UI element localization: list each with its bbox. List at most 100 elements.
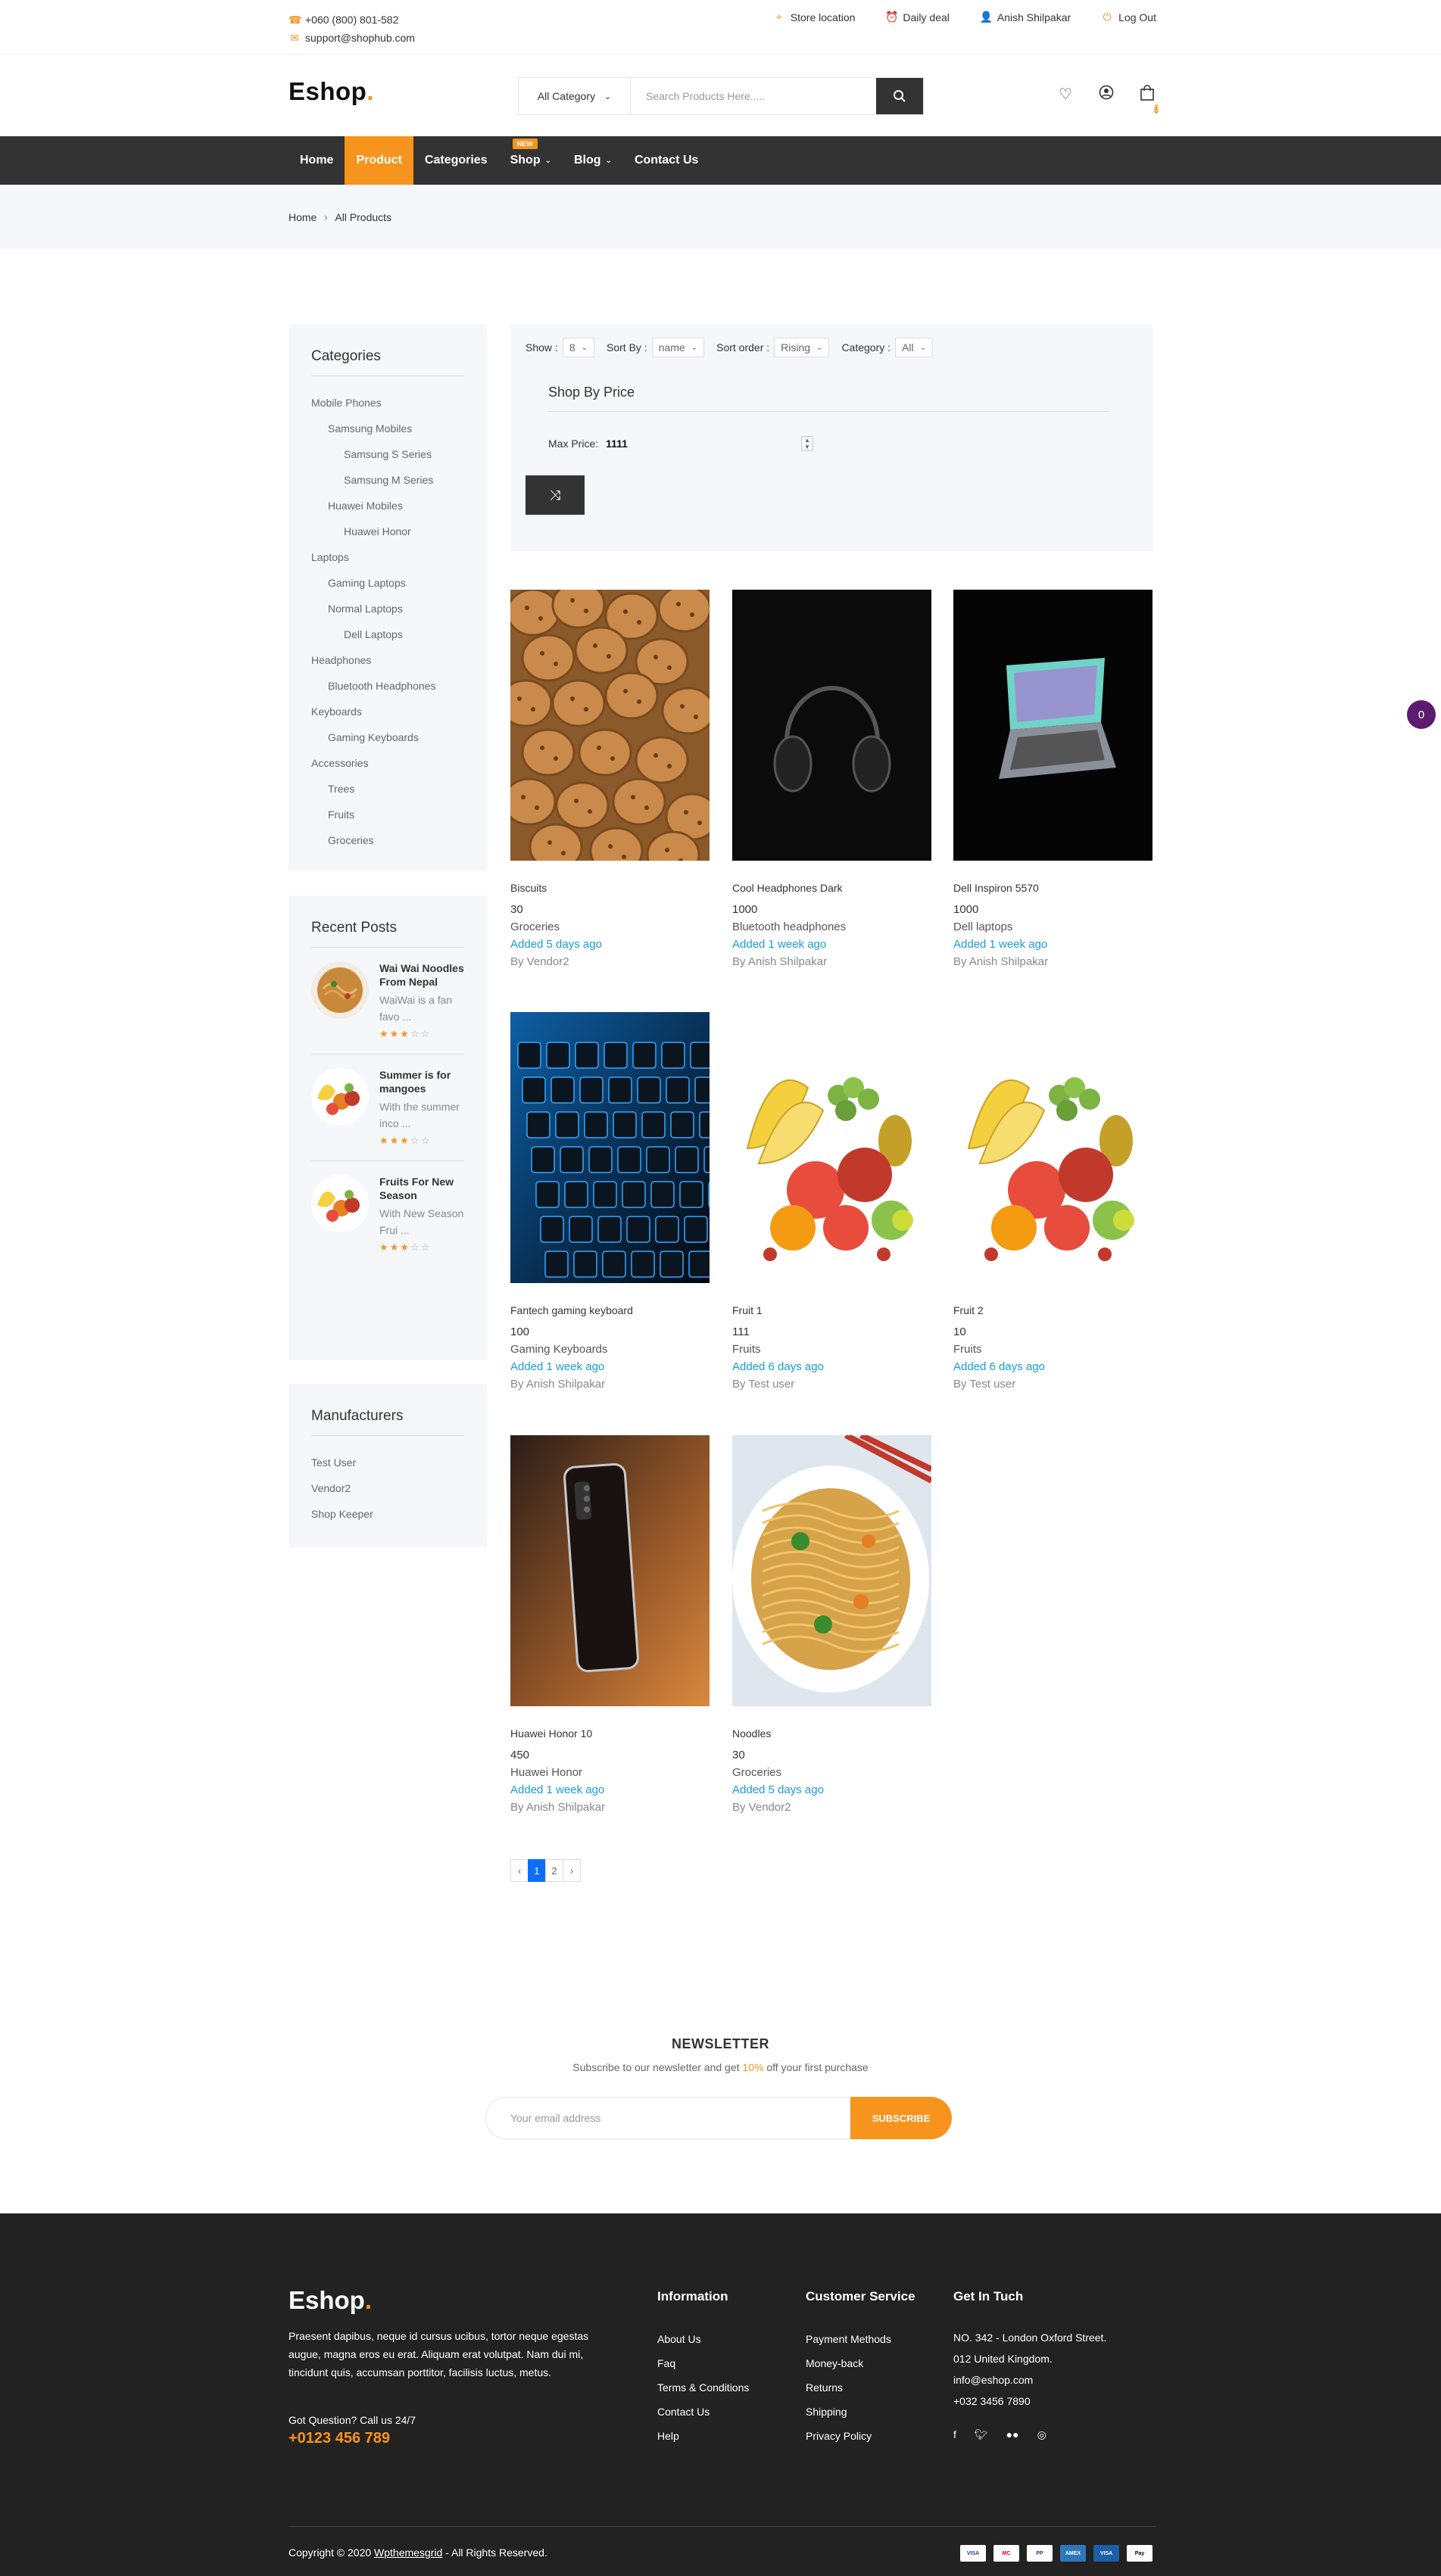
- nav-contact[interactable]: Contact Us: [623, 136, 710, 185]
- fruits-thumb-image: [311, 1068, 369, 1126]
- search-input[interactable]: Search Products Here.....: [631, 78, 876, 114]
- product-card[interactable]: Dell Inspiron 5570 1000 Dell laptops Added …: [953, 590, 1152, 968]
- account-user-icon[interactable]: [1097, 85, 1115, 123]
- instagram-icon[interactable]: ◎: [1037, 2422, 1046, 2447]
- wishlist-heart-icon[interactable]: ♡: [1056, 85, 1075, 123]
- nav-blog[interactable]: Blog ⌄: [563, 136, 623, 185]
- product-name[interactable]: Dell Inspiron 5570: [953, 882, 1152, 894]
- post-item[interactable]: Wai Wai Noodles From Nepal WaiWai is a fa…: [311, 948, 464, 1054]
- logout-link[interactable]: ⏻ Log Out: [1101, 11, 1156, 23]
- footer-link[interactable]: Payment Methods: [806, 2327, 915, 2351]
- next-page-button[interactable]: ›: [563, 1859, 581, 1882]
- category-link[interactable]: Samsung M Series: [311, 467, 464, 493]
- fruits-image[interactable]: [732, 1012, 931, 1283]
- product-card[interactable]: Huawei Honor 10 450 Huawei Honor Added 1 we…: [510, 1435, 710, 1814]
- footer-link[interactable]: Shipping: [806, 2400, 915, 2424]
- footer-link[interactable]: Faq: [657, 2351, 749, 2375]
- product-card[interactable]: Cool Headphones Dark 1000 Bluetooth headph…: [732, 590, 931, 968]
- product-name[interactable]: Fantech gaming keyboard: [510, 1304, 710, 1316]
- category-link[interactable]: Accessories: [311, 750, 464, 776]
- post-item[interactable]: Fruits For New Season With New Season Fru…: [311, 1161, 464, 1267]
- sort-by-select[interactable]: name ⌄: [651, 338, 705, 357]
- prev-page-button[interactable]: ‹: [510, 1859, 529, 1882]
- category-link[interactable]: Keyboards: [311, 699, 464, 724]
- product-name[interactable]: Biscuits: [510, 882, 710, 894]
- category-link[interactable]: Bluetooth Headphones: [311, 673, 464, 699]
- headphones-image[interactable]: [732, 590, 931, 861]
- nav-product[interactable]: Product: [345, 136, 413, 185]
- category-link[interactable]: Headphones: [311, 647, 464, 673]
- product-vendor: By Anish Shilpakar: [510, 1378, 606, 1391]
- product-card[interactable]: Fruit 2 10 Fruits Added 6 days ago By Test u…: [953, 1012, 1152, 1391]
- category-link[interactable]: Huawei Mobiles: [311, 493, 464, 519]
- fruits-image[interactable]: [953, 1012, 1152, 1283]
- footer-link[interactable]: About Us: [657, 2327, 749, 2351]
- category-link[interactable]: Huawei Honor: [311, 519, 464, 544]
- sort-order-select[interactable]: Rising ⌄: [774, 338, 830, 357]
- category-filter-select[interactable]: All ⌄: [895, 338, 933, 357]
- category-link[interactable]: Groceries: [311, 827, 464, 853]
- category-link[interactable]: Gaming Keyboards: [311, 724, 464, 750]
- category-link[interactable]: Laptops: [311, 544, 464, 570]
- product-card[interactable]: Biscuits 30 Groceries Added 5 days ago By Ve…: [510, 590, 710, 968]
- category-link[interactable]: Trees: [311, 776, 464, 802]
- flickr-icon[interactable]: ●●: [1006, 2422, 1019, 2447]
- manufacturer-link[interactable]: Vendor2: [311, 1475, 464, 1501]
- product-name[interactable]: Huawei Honor 10: [510, 1727, 710, 1740]
- category-link[interactable]: Normal Laptops: [311, 596, 464, 621]
- footer-link[interactable]: Money-back: [806, 2351, 915, 2375]
- user-account-link[interactable]: 👤 Anish Shilpakar: [980, 11, 1071, 23]
- store-location-link[interactable]: ⌖ Store location: [773, 11, 856, 23]
- cart-bag-icon[interactable]: 0: [1138, 85, 1159, 123]
- max-price-field[interactable]: Max Price: 1111 ▲ ▼: [548, 436, 813, 451]
- footer-link[interactable]: Terms & Conditions: [657, 2375, 749, 2400]
- footer-link[interactable]: Returns: [806, 2375, 915, 2400]
- product-name[interactable]: Noodles: [732, 1727, 931, 1740]
- newsletter-email-input[interactable]: Your email address: [485, 2097, 850, 2139]
- noodles-image[interactable]: [732, 1435, 931, 1706]
- post-item[interactable]: Summer is for mangoes With the summer inc…: [311, 1054, 464, 1161]
- phone-image[interactable]: [510, 1435, 710, 1706]
- footer-link[interactable]: Privacy Policy: [806, 2424, 915, 2448]
- copyright-link[interactable]: Wpthemesgrid: [374, 2546, 442, 2559]
- page-1-button[interactable]: 1: [528, 1859, 546, 1882]
- category-link[interactable]: Gaming Laptops: [311, 570, 464, 596]
- keyboard-image[interactable]: [510, 1012, 710, 1283]
- facebook-icon[interactable]: f: [953, 2422, 956, 2447]
- search-button[interactable]: [876, 78, 923, 114]
- category-link[interactable]: Samsung Mobiles: [311, 416, 464, 441]
- product-name[interactable]: Fruit 1: [732, 1304, 931, 1316]
- daily-deal-link[interactable]: ⏰ Daily deal: [885, 11, 949, 23]
- site-logo[interactable]: Eshop.: [289, 77, 374, 106]
- chevron-down-icon: ⌄: [816, 343, 823, 352]
- show-select[interactable]: 8 ⌄: [562, 338, 594, 357]
- nav-home[interactable]: Home: [289, 136, 345, 185]
- category-link[interactable]: Mobile Phones: [311, 390, 464, 416]
- category-link[interactable]: Samsung S Series: [311, 441, 464, 467]
- nav-categories[interactable]: Categories: [413, 136, 499, 185]
- footer-logo[interactable]: Eshop.: [289, 2286, 372, 2315]
- subscribe-button[interactable]: SUBSCRIBE: [850, 2097, 952, 2139]
- nav-shop[interactable]: NEW Shop ⌄: [499, 136, 563, 185]
- product-card[interactable]: Fruit 1 111 Fruits Added 6 days ago By Test …: [732, 1012, 931, 1391]
- footer-link[interactable]: Help: [657, 2424, 749, 2448]
- product-card[interactable]: Fantech gaming keyboard 100 Gaming Keyboar…: [510, 1012, 710, 1391]
- product-name[interactable]: Cool Headphones Dark: [732, 882, 931, 894]
- biscuits-image[interactable]: [510, 590, 710, 861]
- breadcrumb-home[interactable]: Home: [289, 211, 317, 223]
- page-2-button[interactable]: 2: [545, 1859, 563, 1882]
- category-link[interactable]: Fruits: [311, 802, 464, 827]
- product-card[interactable]: Noodles 30 Groceries Added 5 days ago By Ven…: [732, 1435, 931, 1814]
- twitter-icon[interactable]: 🐦︎: [975, 2422, 988, 2447]
- laptop-image[interactable]: [953, 590, 1152, 861]
- floating-cart-badge[interactable]: 0: [1407, 700, 1436, 729]
- footer-phone[interactable]: +0123 456 789: [289, 2430, 390, 2447]
- shuffle-button[interactable]: ⤨: [526, 475, 585, 515]
- product-name[interactable]: Fruit 2: [953, 1304, 1152, 1316]
- category-select[interactable]: All Category ⌄: [519, 78, 631, 114]
- category-link[interactable]: Dell Laptops: [311, 621, 464, 647]
- number-spinner-icon[interactable]: ▲ ▼: [801, 436, 813, 451]
- manufacturer-link[interactable]: Test User: [311, 1450, 464, 1475]
- footer-link[interactable]: Contact Us: [657, 2400, 749, 2424]
- manufacturer-link[interactable]: Shop Keeper: [311, 1501, 464, 1527]
